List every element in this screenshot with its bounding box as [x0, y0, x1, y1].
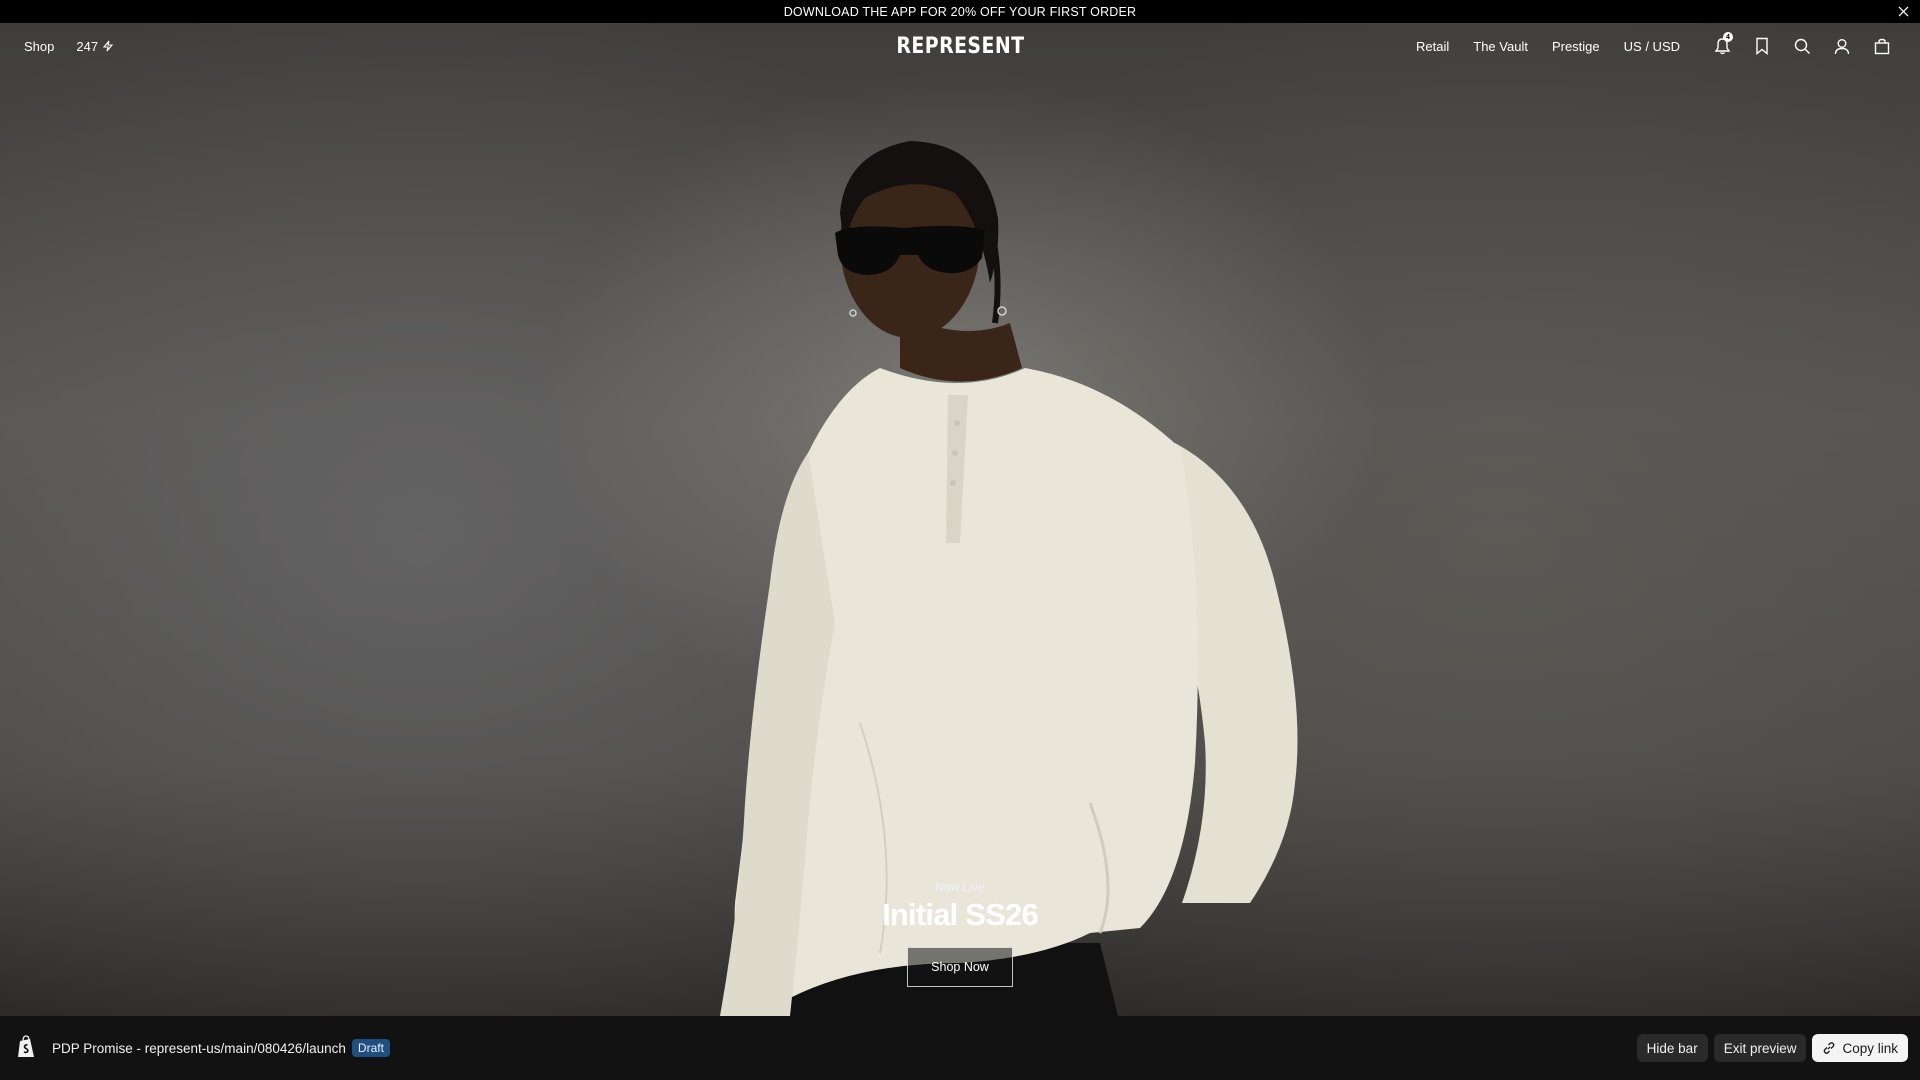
drop-counter[interactable]: 247: [76, 39, 114, 54]
shop-now-button[interactable]: Shop Now: [907, 947, 1013, 987]
hero-eyebrow: Now Live: [935, 880, 985, 894]
link-icon: [1824, 1042, 1835, 1054]
preview-path: PDP Promise - represent-us/main/080426/l…: [52, 1016, 390, 1080]
shopify-icon: [18, 1035, 34, 1057]
currency-selector[interactable]: US / USD: [1624, 39, 1680, 54]
announcement-text[interactable]: DOWNLOAD THE APP FOR 20% OFF YOUR FIRST …: [784, 5, 1137, 19]
copy-link-button[interactable]: Copy link: [1812, 1034, 1908, 1062]
exit-preview-button[interactable]: Exit preview: [1713, 1034, 1807, 1062]
preview-path-text: PDP Promise - represent-us/main/080426/l…: [52, 1040, 346, 1056]
hero-headline: Initial SS26: [882, 897, 1039, 932]
copy-link-label: Copy link: [1842, 1040, 1898, 1056]
close-icon[interactable]: [1894, 2, 1912, 20]
nav-link-retail[interactable]: Retail: [1416, 39, 1449, 54]
hide-bar-button[interactable]: Hide bar: [1636, 1034, 1708, 1062]
announcement-bar[interactable]: DOWNLOAD THE APP FOR 20% OFF YOUR FIRST …: [0, 0, 1920, 23]
nav-link-the-vault[interactable]: The Vault: [1473, 39, 1528, 54]
account-icon: [1834, 38, 1850, 54]
cart-button[interactable]: [1862, 23, 1902, 69]
wishlist-button[interactable]: [1742, 23, 1782, 69]
hero-content: Now Live Initial SS26 Shop Now: [0, 880, 1920, 987]
header-right-nav: Retail The Vault Prestige US / USD 4: [1416, 23, 1902, 69]
theme-preview-bar: PDP Promise - represent-us/main/080426/l…: [0, 1016, 1920, 1080]
bolt-icon: [102, 40, 114, 52]
drop-counter-value: 247: [76, 38, 99, 54]
hero-banner[interactable]: [0, 23, 1920, 1016]
draft-badge: Draft: [351, 1039, 390, 1057]
bag-icon: [1874, 38, 1890, 54]
account-button[interactable]: [1822, 23, 1862, 69]
preview-actions: Hide bar Exit preview Copy link: [1636, 1016, 1908, 1080]
brand-logo[interactable]: REPRESENT: [896, 34, 1024, 59]
notifications-badge: 4: [1723, 32, 1733, 42]
bookmark-icon: [1756, 37, 1768, 55]
notifications-button[interactable]: 4: [1702, 23, 1742, 69]
shop-menu-link[interactable]: Shop: [24, 39, 54, 54]
header-left-nav: Shop 247: [24, 23, 114, 69]
search-button[interactable]: [1782, 23, 1822, 69]
nav-link-prestige[interactable]: Prestige: [1552, 39, 1600, 54]
hero-image: [720, 141, 1298, 1016]
search-icon: [1794, 38, 1810, 54]
site-header: Shop 247 REPRESENT Retail The Vault Pres…: [0, 23, 1920, 69]
